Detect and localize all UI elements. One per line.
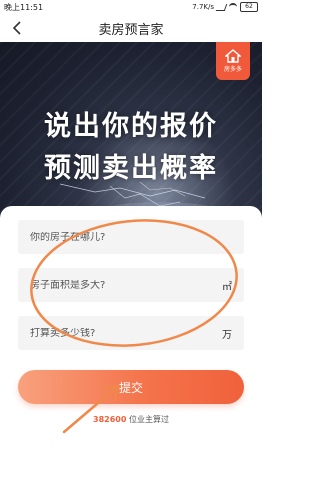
status-left: 晚上11:51: [4, 2, 43, 13]
wifi-icon: [229, 3, 237, 11]
hero-banner: 房多多 说出你的报价 预测卖出概率: [0, 42, 262, 222]
status-time: 晚上11:51: [4, 2, 44, 12]
headline-line-1: 说出你的报价: [44, 111, 218, 142]
submit-button[interactable]: 提交: [18, 370, 244, 404]
title-bar: 卖房预言家: [0, 14, 262, 42]
status-bar: 晚上11:51 7.7K/s 62: [0, 0, 262, 14]
network-speed: 7.7K/s: [192, 3, 214, 11]
owner-count-suffix: 位业主算过: [126, 415, 169, 424]
price-unit: 万: [222, 329, 232, 341]
owner-count: 382600: [93, 415, 127, 424]
brand-badge: 房多多: [216, 42, 250, 80]
price-input[interactable]: [30, 327, 218, 339]
brand-name: 房多多: [223, 66, 242, 73]
page-title: 卖房预言家: [98, 22, 164, 38]
house-logo-icon: [225, 49, 241, 63]
area-input[interactable]: [30, 279, 218, 291]
status-right: 7.7K/s 62: [192, 2, 258, 12]
owner-counter: 382600 位业主算过: [0, 414, 262, 425]
estimate-form: ㎡ 万 提交 382600 位业主算过: [0, 206, 262, 480]
location-field[interactable]: [18, 220, 244, 254]
battery-icon: 62: [240, 2, 258, 12]
location-input[interactable]: [30, 231, 232, 243]
battery-level: 62: [245, 3, 253, 10]
area-field[interactable]: ㎡: [18, 268, 244, 302]
signal-icon: [215, 3, 228, 11]
headline-line-2: 预测卖出概率: [44, 153, 218, 184]
area-unit: ㎡: [222, 281, 232, 293]
price-field[interactable]: 万: [18, 316, 244, 350]
back-arrow-icon[interactable]: [8, 19, 26, 37]
